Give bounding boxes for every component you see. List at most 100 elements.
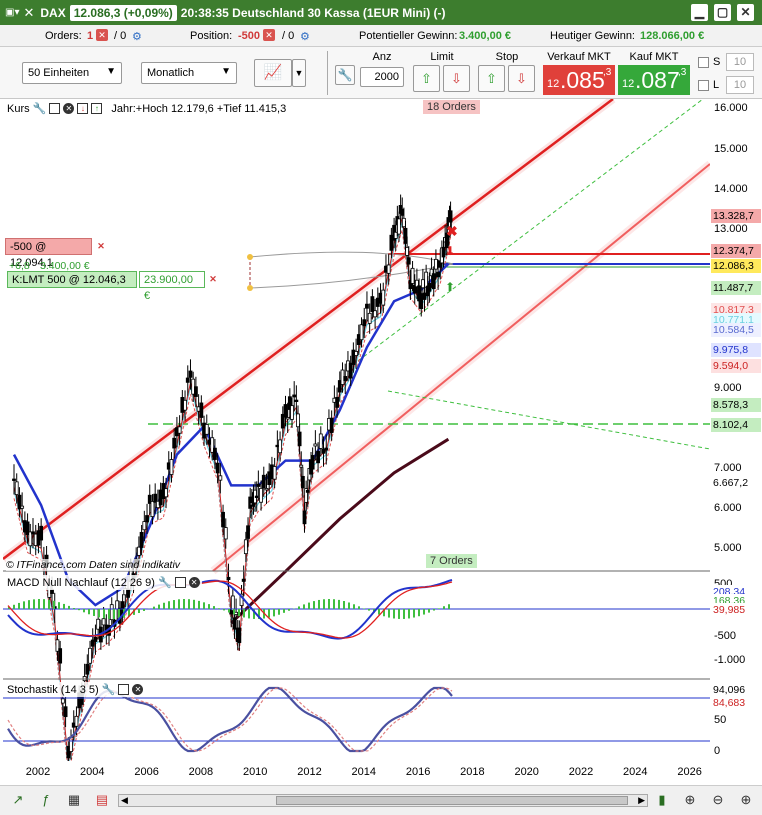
sell-market-button[interactable]: 12 .085 ,3 [543,65,615,95]
macd-histogram-bar [153,606,155,609]
candle-body [126,588,130,598]
candle-body [204,424,209,435]
macd-histogram-bar [328,599,330,609]
cancel-limit-order-icon[interactable]: ✕ [207,273,219,285]
chevron-down-icon: ▼ [221,66,231,77]
price-tick-label: 16.000 [714,102,748,114]
price-axis[interactable]: 16.00015.00014.00013.00012.00011.00010.0… [710,99,762,761]
move-down-icon[interactable]: ↓ [77,103,89,114]
zoom-out-icon[interactable]: ⊖ [710,792,726,808]
buy-arrow-icon: ⬆ [445,280,455,294]
candle-body [294,399,299,402]
candle-body [60,698,65,704]
macd-histogram-bar [433,609,435,611]
move-up-icon[interactable]: ↑ [91,103,103,114]
compare-icon[interactable]: ▮ [654,792,670,808]
candle-body [365,303,369,309]
year-label: 2016 [405,766,431,778]
zoom-in-icon[interactable]: ⊕ [738,792,754,808]
maximize-panel-icon[interactable] [49,103,61,114]
candle-body [397,218,401,235]
close-chart-icon[interactable]: ✕ [23,5,34,21]
chart-canvas[interactable]: ✖ ⬇ ⬆ [3,99,710,761]
price-tick-label: 15.000 [714,143,748,155]
formula-icon[interactable]: ƒ [38,792,54,808]
top-orders-badge[interactable]: 18 Orders [423,100,480,114]
stop-buy-button[interactable]: ⇧ [478,65,505,92]
candle-body [185,377,190,383]
wrench-icon[interactable]: 🔧 [102,683,116,696]
year-label: 2012 [297,766,322,778]
close-position-icon[interactable]: ✕ [95,240,107,252]
bottom-orders-badge[interactable]: 7 Orders [426,554,477,568]
maximize-panel-icon[interactable] [174,577,186,588]
period-select[interactable]: Monatlich ▼ [141,62,237,84]
l-checkbox[interactable] [698,80,709,91]
table-icon[interactable]: ▦ [66,792,82,808]
candle-body [305,489,310,493]
orders-cancel-icon[interactable]: ✕ [96,29,108,41]
menu-icon[interactable]: ▣▾ [5,7,19,18]
s-input[interactable]: 10 [726,53,754,71]
scrollbar-thumb[interactable] [276,796,628,805]
close-panel-icon[interactable]: ✕ [132,684,144,695]
sell-price-sup: ,3 [603,67,612,78]
price-panel-name: Kurs [7,102,30,115]
limit-buy-button[interactable]: ⇧ [413,65,440,92]
maximize-button[interactable]: ▢ [714,4,731,21]
candle-body [283,404,288,418]
channel-lower-glow [210,160,710,575]
candle-body [234,611,238,615]
time-axis[interactable]: 2002 2004 2006 2008 2010 2012 2014 2016 2018 2020… [3,761,710,785]
year-label: 2004 [80,766,105,778]
candle-body [183,399,187,411]
position-close-icon[interactable]: ✕ [263,29,275,41]
macd-histogram-bar [448,604,450,609]
units-select[interactable]: 50 Einheiten ▼ [22,62,122,84]
stochastic-panel [3,686,710,753]
macd-histogram-bar [428,609,430,613]
s-checkbox[interactable] [698,57,709,68]
maximize-panel-icon[interactable] [118,684,130,695]
candle-body [431,273,436,290]
macd-histogram-bar [113,609,115,619]
stop-sell-button[interactable]: ⇩ [508,65,535,92]
candle-body [139,531,144,548]
indicator-icon[interactable]: ▤ [94,792,110,808]
minimize-button[interactable]: ▁ [691,4,708,21]
candle-body [354,351,358,356]
chart-type-button[interactable]: 📈 [254,59,292,87]
close-button[interactable]: ✕ [737,4,754,21]
scroll-left-icon[interactable]: ◀ [121,795,128,806]
wrench-icon[interactable]: 🔧 [158,576,172,589]
orders-settings-icon[interactable]: ⚙ [132,30,142,43]
candle-body [223,527,228,540]
close-panel-icon[interactable]: ✕ [63,103,75,114]
macd-histogram-bar [198,600,200,609]
wrench-button[interactable]: 🔧 [335,65,355,85]
year-high-low-info: Jahr:+Hoch 12.179,6 +Tief 11.415,3 [111,102,287,115]
title-bar: ▣▾ ✕ DAX 12.086,3 (+0,09%) 20:38:35 Deut… [0,0,762,25]
anz-input[interactable]: 2000 [360,67,404,87]
candle-body [232,617,237,630]
chart-type-dropdown[interactable]: ▼ [292,59,306,87]
horizontal-scrollbar[interactable]: ◀ ▶ [118,794,648,807]
limit-sell-button[interactable]: ⇩ [443,65,470,92]
buy-market-button[interactable]: 12 .087 ,3 [618,65,690,95]
limit-order-box[interactable]: K:LMT 500 @ 12.046,3 [7,271,137,288]
short-position-box[interactable]: -500 @ 12.094,1 [5,238,92,269]
candle-body [169,459,174,475]
zoom-fit-icon[interactable]: ⊕ [682,792,698,808]
pointer-tool-icon[interactable]: ↗ [10,792,26,808]
close-panel-icon[interactable]: ✕ [188,577,200,588]
l-input[interactable]: 10 [726,76,754,94]
macd-histogram-bar [33,599,35,609]
scroll-right-icon[interactable]: ▶ [638,795,645,806]
price-panel: ✖ ⬇ ⬆ [3,99,710,761]
candle-body [39,525,44,541]
orders-value: 1 [87,30,94,42]
position-settings-icon[interactable]: ⚙ [300,30,310,43]
candle-body [403,227,408,244]
wrench-icon[interactable]: 🔧 [33,102,47,115]
price-tick-label: 14.000 [714,183,748,195]
